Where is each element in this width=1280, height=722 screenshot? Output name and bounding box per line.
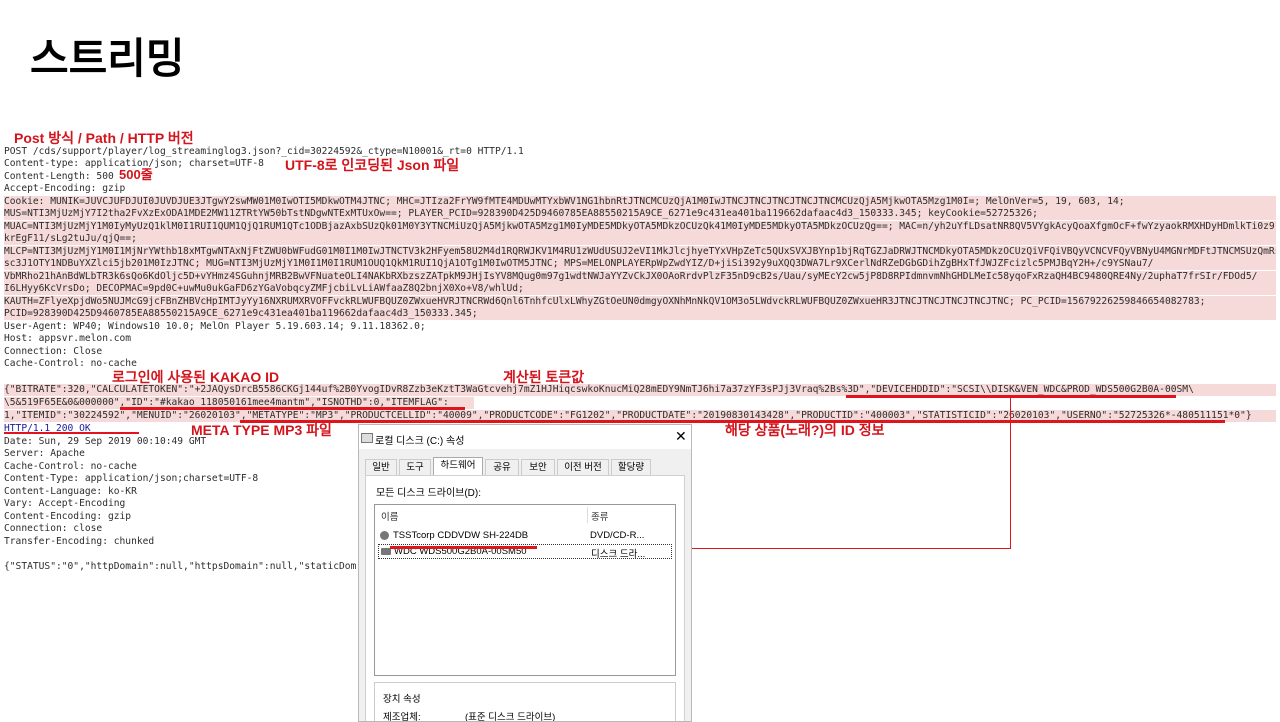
device-properties-label: 장치 속성 xyxy=(383,694,421,705)
dvd-drive-icon xyxy=(380,531,389,540)
page-title: 스트리밍 xyxy=(30,34,185,83)
dialog-titlebar: 로컬 디스크 (C:) 속성 ✕ xyxy=(359,425,691,449)
drive-type: DVD/CD-R... xyxy=(590,530,645,541)
request-line: sc3J1OTY1NDBuYXZlci5jb201M0IzJTNC; MUG=N… xyxy=(4,258,1276,270)
request-line: VbMRho21hAnBdWLbTR3k6sQo6KdOljc5D+vYHmz4… xyxy=(4,271,1276,283)
request-line: Connection: Close xyxy=(4,346,103,357)
response-line: Content-Encoding: gzip xyxy=(4,511,132,522)
request-line: MUS=NTI3MjUzMjY7I2tha2FvXzExODA1MDE2MW11… xyxy=(4,208,1276,220)
annotation-len500: 500줄 xyxy=(119,167,153,182)
dialog-title: 로컬 디스크 (C:) 속성 xyxy=(375,436,465,447)
tab-sharing[interactable]: 공유 xyxy=(485,459,519,475)
request-line: MLCP=NTI3MjUzMjY1M0I1MjNrYWthb18xMTgwNTA… xyxy=(4,246,1276,258)
disk-properties-dialog: 로컬 디스크 (C:) 속성 ✕ 일반 도구 하드웨어 공유 보안 이전 버전 … xyxy=(358,424,692,722)
device-properties-group: 장치 속성 제조업체: (표준 디스크 드라이브) xyxy=(374,682,676,722)
connector-line-horizontal xyxy=(655,548,1011,549)
underline-product-info xyxy=(240,420,1225,423)
request-line: User-Agent: WP40; Windows10 10.0; MelOn … xyxy=(4,321,426,332)
tab-tools[interactable]: 도구 xyxy=(399,459,431,475)
hard-disk-icon xyxy=(381,548,391,555)
response-line: Content-Type: application/json;charset=U… xyxy=(4,473,259,484)
column-separator xyxy=(587,507,588,523)
response-line: Content-Language: ko-KR xyxy=(4,486,137,497)
list-item[interactable]: TSSTcorp CDDVDW SH-224DB DVD/CD-R... xyxy=(378,529,670,542)
annotation-post-path: Post 방식 / Path / HTTP 버전 xyxy=(14,130,194,146)
underline-wdc-drive xyxy=(390,546,537,549)
close-icon[interactable]: ✕ xyxy=(675,428,687,445)
annotation-product-id: 해당 상품(노래?)의 ID 정보 xyxy=(725,422,885,438)
tab-quota[interactable]: 할당량 xyxy=(611,459,651,475)
response-line: Cache-Control: no-cache xyxy=(4,461,137,472)
annotation-token: 계산된 토큰값 xyxy=(503,369,585,385)
all-drives-label: 모든 디스크 드라이브(D): xyxy=(376,488,482,499)
request-line: I6LHyy6KcVrsDo; DECOPMAC=9pd0C+uwMu0ukGa… xyxy=(4,283,1276,295)
response-line: Server: Apache xyxy=(4,448,85,459)
response-line: Vary: Accept-Encoding xyxy=(4,498,126,509)
manufacturer-label: 제조업체: xyxy=(383,712,421,722)
request-line: KAUTH=ZFlyeXpjdWo5NUJMcG9jcFBnZHBVcHpIMT… xyxy=(4,296,1276,308)
request-line: krEgF11/sLg2tuJu/qjQ==; xyxy=(4,233,1276,245)
request-line: MUAC=NTI3MjUzMjY1M0IyMyUzQ1klM0I1RUI1QUM… xyxy=(4,221,1276,233)
drive-type: 디스크 드라... xyxy=(591,549,646,560)
annotation-metatype: META TYPE MP3 파일 xyxy=(191,422,332,438)
annotation-utf8: UTF-8로 인코딩된 Json 파일 xyxy=(285,157,460,173)
underline-http-status xyxy=(4,432,139,434)
request-line: Cookie: MUNIK=JUVCJUFDJUI0JUVDJUE3JTgwY2… xyxy=(4,196,1276,208)
drive-icon xyxy=(361,433,373,443)
request-line: PCID=928390D425D9460785EA88550215A9CE_62… xyxy=(4,308,1276,320)
connector-line-vertical xyxy=(1010,397,1011,549)
column-header-type[interactable]: 종류 xyxy=(591,509,608,523)
response-line: Connection: close xyxy=(4,523,103,534)
underline-devicehddid xyxy=(846,395,1176,398)
drive-list[interactable]: 이름 종류 TSSTcorp CDDVDW SH-224DB DVD/CD-R.… xyxy=(374,504,676,676)
tab-security[interactable]: 보안 xyxy=(521,459,555,475)
response-body: {"STATUS":"0","httpDomain":null,"httpsDo… xyxy=(4,561,356,572)
response-line: Date: Sun, 29 Sep 2019 00:10:49 GMT xyxy=(4,436,207,447)
underline-kakao-id xyxy=(120,407,465,410)
response-line: Transfer-Encoding: chunked xyxy=(4,536,155,547)
request-line: Accept-Encoding: gzip xyxy=(4,183,126,194)
request-line: Host: appsvr.melon.com xyxy=(4,333,132,344)
request-line: Content-Length: 500 xyxy=(4,171,114,182)
hardware-panel: 모든 디스크 드라이브(D): 이름 종류 TSSTcorp CDDVDW SH… xyxy=(365,475,685,722)
tab-hardware[interactable]: 하드웨어 xyxy=(433,457,483,476)
annotation-kakao-id: 로그인에 사용된 KAKAO ID xyxy=(112,369,280,385)
drive-name: TSSTcorp CDDVDW SH-224DB xyxy=(393,530,529,541)
tab-previous-versions[interactable]: 이전 버전 xyxy=(557,459,609,475)
column-header-name[interactable]: 이름 xyxy=(381,509,398,523)
tab-general[interactable]: 일반 xyxy=(365,459,397,475)
manufacturer-value: (표준 디스크 드라이브) xyxy=(465,712,556,722)
